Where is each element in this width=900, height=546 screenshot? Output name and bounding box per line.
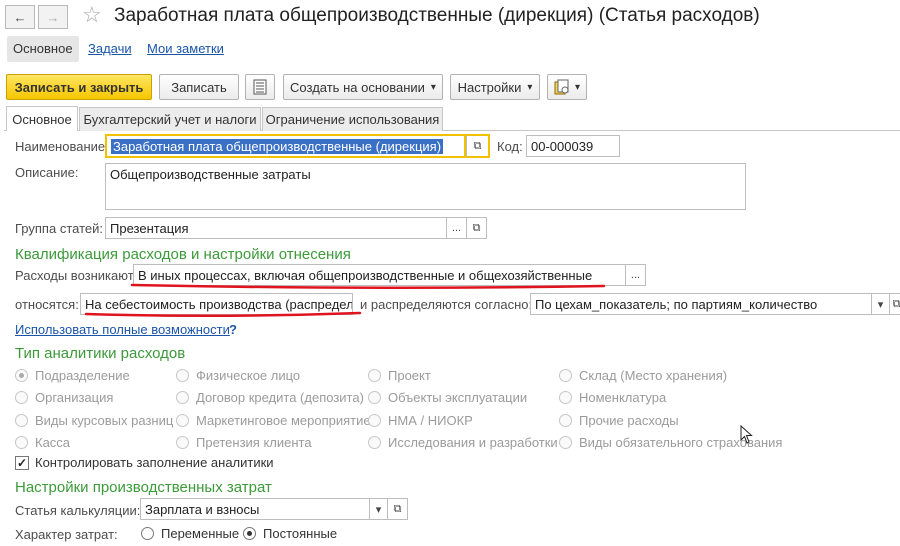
radio-analytics[interactable]: Претензия клиента xyxy=(176,432,371,455)
radio-circle xyxy=(176,368,189,382)
radio-analytics[interactable]: Исследования и разработки xyxy=(368,432,558,455)
check-icon: ✓ xyxy=(15,455,29,470)
analytics-column-1: Подразделение Организация Виды курсовых … xyxy=(15,364,173,454)
radio-circle xyxy=(176,436,189,450)
radio-nature-variable[interactable]: Переменные xyxy=(141,526,239,541)
radio-circle xyxy=(15,413,28,427)
radio-label: Прочие расходы xyxy=(579,412,679,428)
radio-analytics[interactable]: Объекты эксплуатации xyxy=(368,387,558,410)
radio-label: Подразделение xyxy=(35,367,130,383)
chevron-down-icon: ▾ xyxy=(375,503,382,516)
red-underline-arise xyxy=(130,283,606,290)
radio-circle xyxy=(15,436,28,450)
radio-circle xyxy=(368,391,381,405)
radio-circle xyxy=(141,527,154,540)
radio-analytics[interactable]: Договор кредита (депозита) xyxy=(176,387,371,410)
calc-label: Статья калькуляции: xyxy=(15,503,141,518)
radio-circle xyxy=(559,391,572,405)
control-analytics-label: Контролировать заполнение аналитики xyxy=(35,455,274,470)
radio-label: Претензия клиента xyxy=(196,435,312,451)
radio-circle xyxy=(176,391,189,405)
radio-circle xyxy=(176,413,189,427)
radio-analytics[interactable]: Маркетинговое мероприятие xyxy=(176,409,371,432)
radio-label: Маркетинговое мероприятие xyxy=(196,412,371,428)
radio-circle xyxy=(559,436,572,450)
radio-circle xyxy=(368,413,381,427)
radio-circle xyxy=(559,368,572,382)
radio-label: Касса xyxy=(35,435,71,451)
radio-nature-fixed[interactable]: Постоянные xyxy=(243,526,337,541)
radio-label: Проект xyxy=(388,367,431,383)
full-features-link[interactable]: Использовать полные возможности xyxy=(15,322,230,337)
radio-label: Постоянные xyxy=(263,526,338,541)
radio-analytics[interactable]: Виды курсовых разниц xyxy=(15,409,173,432)
radio-label: НМА / НИОКР xyxy=(388,412,473,428)
radio-circle xyxy=(243,527,256,540)
radio-label: Исследования и разработки xyxy=(388,435,558,451)
mouse-cursor-icon xyxy=(740,425,753,444)
radio-circle xyxy=(368,436,381,450)
radio-circle xyxy=(559,413,572,427)
calc-dropdown-button[interactable]: ▾ xyxy=(370,498,388,520)
radio-analytics[interactable]: Организация xyxy=(15,387,173,410)
radio-analytics[interactable]: НМА / НИОКР xyxy=(368,409,558,432)
radio-label: Договор кредита (депозита) xyxy=(196,390,364,406)
radio-analytics[interactable]: Физическое лицо xyxy=(176,364,371,387)
radio-circle xyxy=(368,368,381,382)
red-underline-relate xyxy=(84,311,362,318)
radio-label: Виды курсовых разниц xyxy=(35,412,174,428)
radio-label: Номенклатура xyxy=(579,390,667,406)
radio-analytics[interactable]: Подразделение xyxy=(15,364,173,387)
analytics-heading: Тип аналитики расходов xyxy=(15,345,186,362)
radio-label: Объекты эксплуатации xyxy=(388,390,528,406)
radio-label: Переменные xyxy=(161,526,240,541)
nature-label: Характер затрат: xyxy=(15,527,118,542)
radio-analytics[interactable]: Касса xyxy=(15,432,173,455)
control-analytics-checkbox[interactable]: ✓ Контролировать заполнение аналитики xyxy=(15,455,274,470)
analytics-column-2: Физическое лицо Договор кредита (депозит… xyxy=(176,364,371,454)
radio-analytics[interactable]: Склад (Место хранения) xyxy=(559,364,782,387)
analytics-column-3: Проект Объекты эксплуатации НМА / НИОКР … xyxy=(368,364,558,454)
calc-input[interactable]: Зарплата и взносы xyxy=(140,498,370,520)
radio-analytics[interactable]: Проект xyxy=(368,364,558,387)
open-window-icon: ⧉ xyxy=(393,502,402,515)
radio-label: Физическое лицо xyxy=(196,367,301,383)
help-icon[interactable]: ? xyxy=(229,322,237,337)
production-heading: Настройки производственных затрат xyxy=(15,479,272,496)
radio-analytics[interactable]: Номенклатура xyxy=(559,387,782,410)
calc-open-button[interactable]: ⧉ xyxy=(388,498,408,520)
radio-circle xyxy=(15,368,28,382)
radio-label: Склад (Место хранения) xyxy=(579,367,728,383)
radio-circle xyxy=(15,391,28,405)
radio-label: Организация xyxy=(35,390,114,406)
